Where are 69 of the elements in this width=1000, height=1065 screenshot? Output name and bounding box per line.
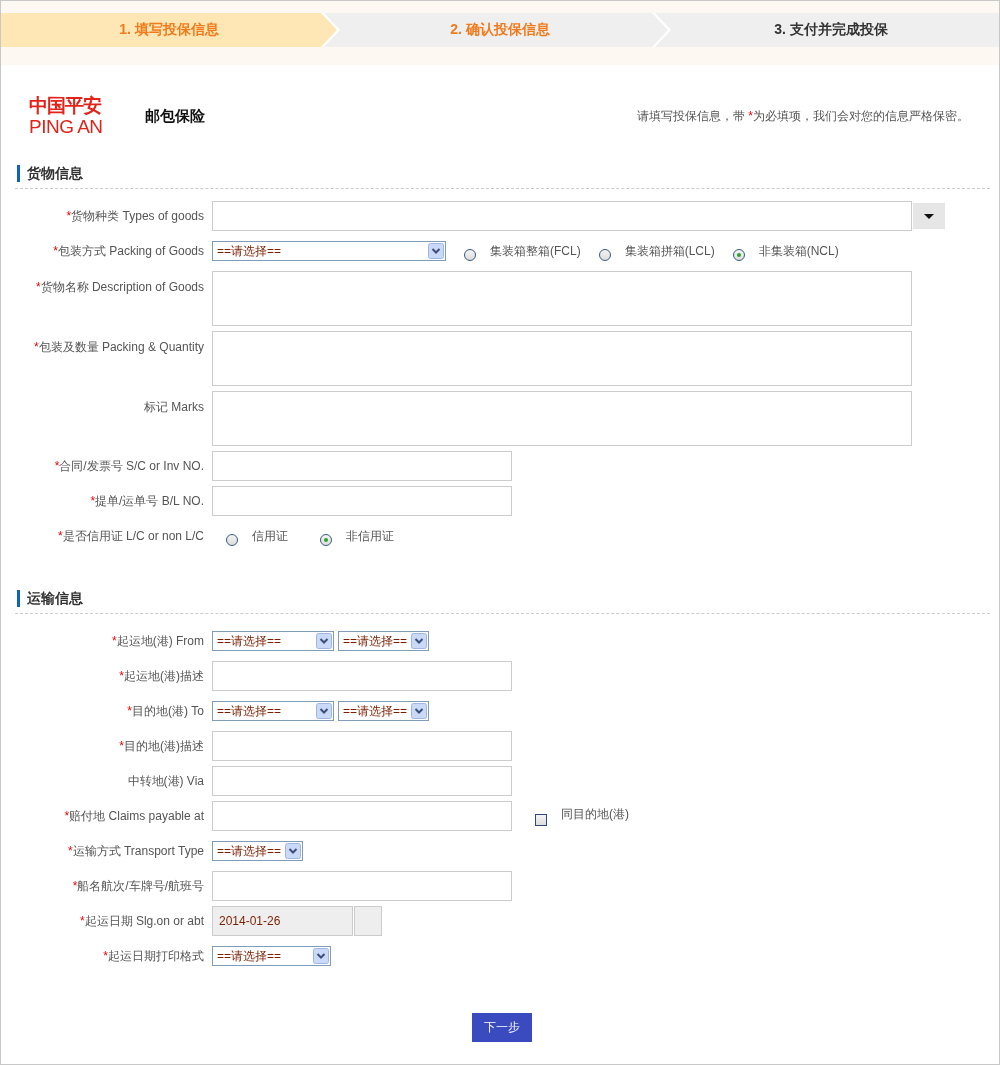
input-field[interactable]: [212, 766, 512, 796]
field-label: *包装及数量 Packing & Quantity: [32, 339, 205, 356]
input-field[interactable]: [212, 871, 512, 901]
field-label: 标记 Marks: [143, 399, 205, 416]
chevron-icon: [411, 703, 427, 719]
text-area[interactable]: [212, 391, 912, 446]
progress-step: 3. 支付并完成投保: [655, 13, 999, 47]
text-area[interactable]: [212, 331, 912, 386]
chevron-icon: [428, 243, 444, 259]
radio-label: 集装箱整箱(FCL): [490, 242, 581, 260]
dropdown[interactable]: ==请选择==: [212, 241, 446, 261]
field-label: *起运地(港)描述: [118, 667, 205, 685]
field-label: *目的地(港) To: [126, 702, 205, 720]
input-field[interactable]: [212, 661, 512, 691]
chevron-icon: [411, 633, 427, 649]
progress-step: 2. 确认投保信息: [324, 13, 668, 47]
radio-button[interactable]: [732, 249, 745, 261]
field-label: *是否信用证 L/C or non L/C: [56, 527, 205, 545]
chevron-icon: [285, 843, 301, 859]
radio-button[interactable]: [320, 534, 332, 546]
input-field[interactable]: [212, 451, 512, 481]
radio-button[interactable]: [464, 249, 476, 261]
field-label: *提单/运单号 B/L NO.: [89, 492, 205, 510]
chevron-icon: [316, 703, 332, 719]
radio-button[interactable]: [598, 249, 611, 261]
input-field[interactable]: [212, 731, 512, 761]
caret-icon: [924, 213, 934, 219]
radio-button[interactable]: [226, 534, 238, 546]
radio-label: 非信用证: [346, 527, 394, 545]
dropdown[interactable]: ==请选择==: [212, 841, 303, 861]
dropdown[interactable]: ==请选择==: [338, 631, 429, 651]
chevron-icon: [316, 633, 332, 649]
progress-step: 1. 填写投保信息: [1, 13, 337, 47]
field-label: *起运日期 Slg.on or abt: [78, 912, 205, 930]
logo-wordmark: PING AN: [29, 117, 104, 137]
dropdown[interactable]: ==请选择==: [338, 701, 429, 721]
field-label: *目的地(港)描述: [118, 737, 205, 755]
section-title: 货物信息: [17, 165, 990, 182]
input-field[interactable]: [212, 201, 912, 231]
chevron-icon: [313, 948, 329, 964]
radio-label: 集装箱拼箱(LCL): [624, 242, 715, 260]
dropdown-button[interactable]: [913, 203, 945, 229]
dropdown[interactable]: ==请选择==: [212, 701, 334, 721]
product-title: 邮包保险: [145, 106, 205, 126]
text-area[interactable]: [212, 271, 912, 326]
field-label: 中转地(港) Via: [126, 772, 205, 790]
field-label: *起运地(港) From: [111, 632, 205, 650]
field-label: *货物种类 Types of goods: [65, 207, 205, 225]
radio-label: 信用证: [252, 527, 288, 545]
date-field[interactable]: 2014-01-26: [212, 906, 353, 936]
field-label: *运输方式 Transport Type: [66, 842, 205, 860]
date-picker-button[interactable]: [354, 906, 382, 936]
field-label: *合同/发票号 S/C or Inv NO.: [53, 457, 205, 475]
input-field[interactable]: [212, 486, 512, 516]
field-label: *船名航次/车牌号/航班号: [71, 877, 205, 895]
checkbox-label: 同目的地(港): [561, 806, 629, 823]
input-field[interactable]: [212, 801, 512, 831]
field-label: *货物名称 Description of Goods: [34, 279, 205, 296]
next-button[interactable]: 下一步: [471, 1013, 532, 1042]
section-title: 运输信息: [17, 590, 990, 607]
dropdown[interactable]: ==请选择==: [212, 631, 334, 651]
logo-text: 中国平安: [29, 95, 103, 117]
radio-label: 非集装箱(NCL): [758, 242, 839, 260]
field-label: *赔付地 Claims payable at: [63, 807, 205, 825]
field-label: *包装方式 Packing of Goods: [52, 242, 205, 260]
checkbox[interactable]: [535, 814, 547, 826]
field-label: *起运日期打印格式: [102, 947, 205, 965]
required-notice: 请填写投保信息，带 *为必填项，我们会对您的信息严格保密。: [637, 107, 969, 125]
dropdown[interactable]: ==请选择==: [212, 946, 331, 966]
